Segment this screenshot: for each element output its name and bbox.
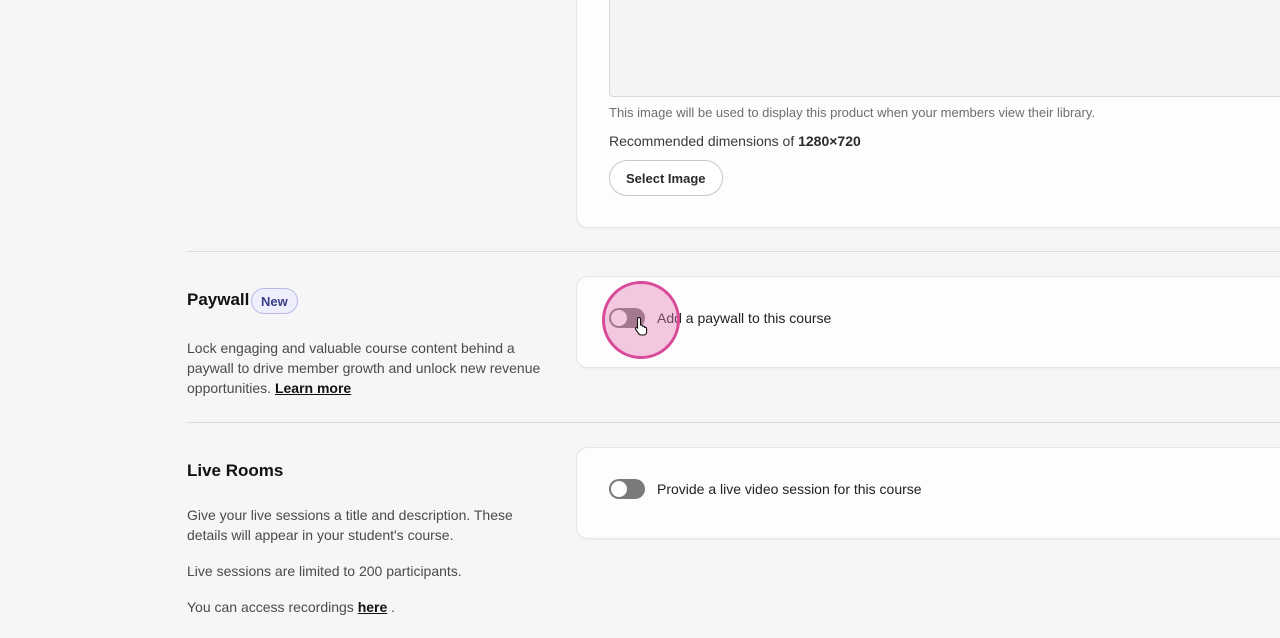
live-rooms-toggle-label: Provide a live video session for this co…: [657, 481, 922, 497]
image-help-text: This image will be used to display this …: [609, 105, 1096, 120]
recordings-prefix: You can access recordings: [187, 599, 358, 615]
live-rooms-card: Provide a live video session for this co…: [576, 447, 1280, 539]
live-rooms-recordings: You can access recordings here .: [187, 597, 547, 617]
recommended-dimensions-label: Recommended dimensions of: [609, 133, 799, 149]
recommended-dimensions: Recommended dimensions of 1280×720: [609, 133, 861, 149]
learn-more-link[interactable]: Learn more: [275, 380, 351, 396]
paywall-toggle-label: Add a paywall to this course: [657, 310, 832, 326]
toggle-knob: [611, 481, 627, 497]
recordings-suffix: .: [387, 599, 396, 615]
new-badge: New: [251, 288, 298, 314]
recordings-here-link[interactable]: here: [358, 599, 388, 615]
select-image-button[interactable]: Select Image: [609, 160, 723, 196]
paywall-description: Lock engaging and valuable course conten…: [187, 338, 547, 398]
live-rooms-description: Give your live sessions a title and desc…: [187, 507, 513, 543]
section-divider: [187, 422, 1280, 423]
image-preview-area[interactable]: [609, 0, 1280, 97]
paywall-card: Add a paywall to this course: [576, 276, 1280, 368]
paywall-description-text: Lock engaging and valuable course conten…: [187, 340, 541, 396]
image-upload-card: This image will be used to display this …: [576, 0, 1280, 228]
toggle-knob: [611, 310, 627, 326]
live-rooms-title: Live Rooms: [187, 461, 284, 480]
recommended-dimensions-value: 1280×720: [798, 133, 861, 149]
paywall-toggle[interactable]: [609, 308, 645, 328]
paywall-title: Paywall: [187, 290, 250, 309]
section-divider: [187, 251, 1280, 252]
live-rooms-limit: Live sessions are limited to 200 partici…: [187, 563, 462, 579]
live-rooms-toggle[interactable]: [609, 479, 645, 499]
